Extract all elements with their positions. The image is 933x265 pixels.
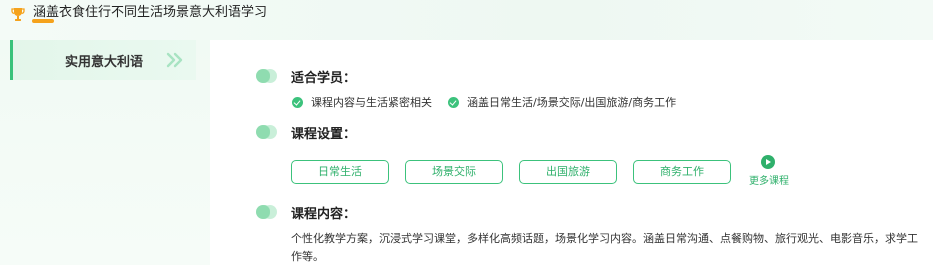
sidebar-item-practical-italian[interactable]: 实用意大利语 <box>10 40 196 80</box>
sidebar: 实用意大利语 <box>0 40 210 265</box>
content-description: 个性化教学方案，沉浸式学习课堂，多样化高频话题，场景化学习内容。涵盖日常沟通、点… <box>291 232 918 263</box>
audience-title: 适合学员： <box>291 71 357 86</box>
play-icon <box>761 155 775 169</box>
page-title: 涵盖衣食住行不同生活场景意大利语学习 <box>33 5 268 20</box>
title-accent-bar <box>32 19 54 23</box>
sidebar-item-label: 实用意大利语 <box>65 55 144 70</box>
check-circle-icon <box>448 96 459 108</box>
double-chevron-right-icon <box>166 52 183 68</box>
more-courses-button[interactable]: 更多课程 <box>749 155 793 187</box>
section-bullet-icon <box>256 205 278 219</box>
audience-point: 课程内容与生活紧密相关 <box>292 94 432 110</box>
main-content: 适合学员： 课程内容与生活紧密相关 涵盖日常生活/场景交际/出国旅游/商务工作 … <box>210 40 933 265</box>
category-travel-button[interactable]: 出国旅游 <box>519 160 617 184</box>
check-circle-icon <box>292 96 303 108</box>
category-daily-life-button[interactable]: 日常生活 <box>291 160 389 184</box>
settings-title: 课程设置： <box>291 127 357 142</box>
category-social-scenes-button[interactable]: 场景交际 <box>405 160 503 184</box>
audience-point-text: 课程内容与生活紧密相关 <box>311 96 432 109</box>
audience-point-text: 涵盖日常生活/场景交际/出国旅游/商务工作 <box>467 96 677 109</box>
page-header: 涵盖衣食住行不同生活场景意大利语学习 <box>0 0 933 40</box>
audience-point: 涵盖日常生活/场景交际/出国旅游/商务工作 <box>448 94 676 110</box>
content-title: 课程内容： <box>291 207 357 222</box>
more-courses-label: 更多课程 <box>749 176 789 187</box>
section-bullet-icon <box>256 125 278 139</box>
category-business-button[interactable]: 商务工作 <box>633 160 731 184</box>
trophy-icon <box>11 8 25 21</box>
section-bullet-icon <box>256 69 278 83</box>
